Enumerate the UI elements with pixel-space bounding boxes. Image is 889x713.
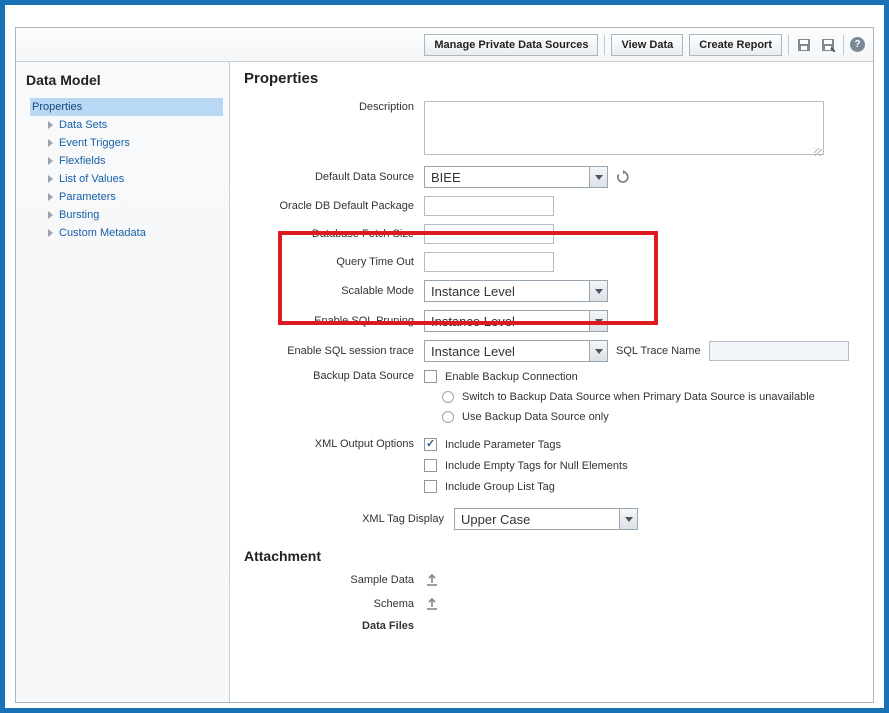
- description-label: Description: [244, 101, 424, 113]
- properties-heading: Properties: [244, 70, 857, 87]
- sidebar-item-custom-metadata[interactable]: Custom Metadata: [30, 224, 223, 242]
- include-parameter-tags-checkbox[interactable]: [424, 438, 437, 451]
- oracle-db-default-package-label: Oracle DB Default Package: [244, 200, 424, 212]
- collapse-icon: [48, 175, 53, 183]
- enable-backup-connection-checkbox[interactable]: [424, 370, 437, 383]
- sql-trace-name-label: SQL Trace Name: [616, 345, 701, 357]
- toolbar-separator: [604, 35, 605, 55]
- select-value: Instance Level: [431, 344, 589, 359]
- enable-sql-session-trace-select[interactable]: Instance Level: [424, 340, 608, 362]
- description-textarea[interactable]: [424, 101, 824, 155]
- sample-data-label: Sample Data: [244, 574, 424, 586]
- save-as-icon[interactable]: [819, 36, 837, 54]
- chevron-down-icon: [589, 311, 607, 331]
- include-empty-tags-checkbox[interactable]: [424, 459, 437, 472]
- database-fetch-size-label: Database Fetch Size: [244, 228, 424, 240]
- upload-icon[interactable]: [424, 572, 440, 588]
- include-group-list-tag-checkbox[interactable]: [424, 480, 437, 493]
- sidebar-item-label: Parameters: [59, 191, 116, 203]
- resize-handle-icon[interactable]: [814, 148, 822, 156]
- sidebar-title: Data Model: [26, 72, 219, 88]
- enable-sql-pruning-select[interactable]: Instance Level: [424, 310, 608, 332]
- select-value: Instance Level: [431, 284, 589, 299]
- sidebar-item-label: Bursting: [59, 209, 99, 221]
- sidebar-item-label: List of Values: [59, 173, 124, 185]
- schema-label: Schema: [244, 598, 424, 610]
- collapse-icon: [48, 121, 53, 129]
- xml-tag-display-label: XML Tag Display: [244, 513, 454, 525]
- scalable-mode-label: Scalable Mode: [244, 285, 424, 297]
- select-value: Instance Level: [431, 314, 589, 329]
- backup-data-source-label: Backup Data Source: [244, 370, 424, 382]
- chevron-down-icon: [589, 167, 607, 187]
- scalable-mode-select[interactable]: Instance Level: [424, 280, 608, 302]
- chevron-down-icon: [619, 509, 637, 529]
- xml-output-options-label: XML Output Options: [244, 438, 424, 450]
- attachment-heading: Attachment: [244, 548, 857, 564]
- sidebar-item-label: Properties: [32, 101, 82, 113]
- enable-sql-pruning-label: Enable SQL Pruning: [244, 315, 424, 327]
- switch-backup-text: Switch to Backup Data Source when Primar…: [462, 391, 815, 403]
- use-backup-only-radio[interactable]: [442, 411, 454, 423]
- include-group-list-tag-text: Include Group List Tag: [445, 481, 555, 493]
- use-backup-only-text: Use Backup Data Source only: [462, 411, 609, 423]
- sidebar-item-properties[interactable]: Properties: [30, 98, 223, 116]
- sidebar-item-label: Custom Metadata: [59, 227, 146, 239]
- oracle-db-default-package-input[interactable]: [424, 196, 554, 216]
- select-value: Upper Case: [461, 512, 619, 527]
- collapse-icon: [48, 157, 53, 165]
- upload-icon[interactable]: [424, 596, 440, 612]
- data-files-label: Data Files: [244, 620, 424, 632]
- collapse-icon: [48, 211, 53, 219]
- sidebar-item-label: Event Triggers: [59, 137, 130, 149]
- view-data-button[interactable]: View Data: [611, 34, 683, 56]
- default-data-source-select[interactable]: BIEE: [424, 166, 608, 188]
- toolbar-separator: [788, 35, 789, 55]
- sidebar-item-event-triggers[interactable]: Event Triggers: [30, 134, 223, 152]
- help-icon[interactable]: ?: [850, 37, 865, 52]
- switch-backup-radio[interactable]: [442, 391, 454, 403]
- sidebar-item-data-sets[interactable]: Data Sets: [30, 116, 223, 134]
- sidebar-item-bursting[interactable]: Bursting: [30, 206, 223, 224]
- sidebar-item-label: Flexfields: [59, 155, 105, 167]
- sql-trace-name-input[interactable]: [709, 341, 849, 361]
- toolbar-separator: [843, 35, 844, 55]
- main-content: Properties Description Default Data Sour…: [230, 62, 873, 702]
- include-parameter-tags-text: Include Parameter Tags: [445, 439, 561, 451]
- select-value: BIEE: [431, 170, 589, 185]
- create-report-button[interactable]: Create Report: [689, 34, 782, 56]
- sidebar-item-list-of-values[interactable]: List of Values: [30, 170, 223, 188]
- enable-backup-connection-text: Enable Backup Connection: [445, 371, 578, 383]
- default-data-source-label: Default Data Source: [244, 171, 424, 183]
- database-fetch-size-input[interactable]: [424, 224, 554, 244]
- save-icon[interactable]: [795, 36, 813, 54]
- collapse-icon: [48, 193, 53, 201]
- enable-sql-session-trace-label: Enable SQL session trace: [244, 345, 424, 357]
- query-time-out-input[interactable]: [424, 252, 554, 272]
- top-toolbar: Manage Private Data Sources View Data Cr…: [16, 28, 873, 62]
- collapse-icon: [48, 139, 53, 147]
- sidebar-item-parameters[interactable]: Parameters: [30, 188, 223, 206]
- manage-private-data-sources-button[interactable]: Manage Private Data Sources: [424, 34, 598, 56]
- sidebar-item-label: Data Sets: [59, 119, 107, 131]
- query-time-out-label: Query Time Out: [244, 256, 424, 268]
- collapse-icon: [48, 229, 53, 237]
- xml-tag-display-select[interactable]: Upper Case: [454, 508, 638, 530]
- refresh-icon[interactable]: [616, 170, 630, 184]
- sidebar-tree: Properties Data Sets Event Triggers Flex…: [30, 98, 223, 242]
- chevron-down-icon: [589, 341, 607, 361]
- chevron-down-icon: [589, 281, 607, 301]
- include-empty-tags-text: Include Empty Tags for Null Elements: [445, 460, 628, 472]
- sidebar-item-flexfields[interactable]: Flexfields: [30, 152, 223, 170]
- sidebar: Data Model Properties Data Sets Event Tr…: [16, 62, 230, 702]
